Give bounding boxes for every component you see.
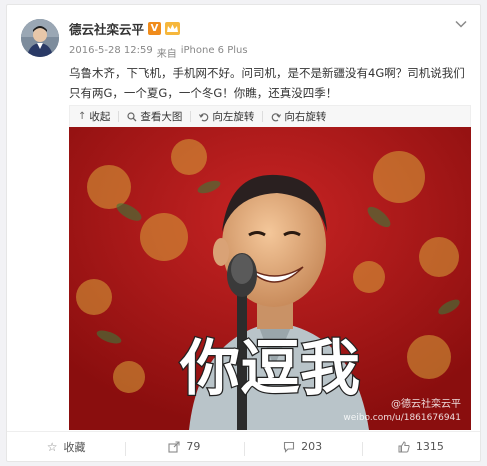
image-caption: 你逗我 bbox=[179, 334, 360, 404]
collapse-label: 收起 bbox=[89, 111, 111, 123]
post-device: iPhone 6 Plus bbox=[180, 45, 248, 56]
share-icon bbox=[168, 440, 180, 453]
view-large-label: 查看大图 bbox=[140, 111, 183, 123]
post-text: 乌鲁木齐，下飞机，手机网不好。问司机，是不是新疆没有4G啊？司机说我们只有两G，… bbox=[69, 66, 465, 100]
thumbs-up-icon bbox=[398, 440, 410, 452]
user-row: 德云社栾云平 V bbox=[69, 19, 181, 38]
media-toolbar: ↑ 收起 查看大图 向左旋转 向右旋转 bbox=[69, 105, 471, 127]
rotate-right-label: 向右旋转 bbox=[284, 111, 327, 123]
magnifier-icon bbox=[127, 111, 137, 121]
favorite-button[interactable]: ☆ 收藏 bbox=[7, 439, 125, 455]
favorite-label: 收藏 bbox=[63, 440, 86, 454]
avatar[interactable] bbox=[21, 19, 59, 57]
repost-count: 79 bbox=[186, 440, 201, 453]
post-meta: 2016-5-28 12:59 来自 iPhone 6 Plus bbox=[69, 45, 248, 60]
comment-button[interactable]: 203 bbox=[243, 440, 362, 456]
rotate-right-icon bbox=[272, 112, 282, 121]
comment-count: 203 bbox=[301, 440, 323, 453]
weibo-post-card: 德云社栾云平 V 2016-5-28 12:59 来自 iPhone 6 Plu… bbox=[6, 4, 481, 462]
watermark-handle: @德云社栾云平 bbox=[391, 397, 461, 410]
view-large-button[interactable]: 查看大图 bbox=[119, 109, 190, 124]
post-actions-bar: ☆ 收藏 79 203 1315 bbox=[7, 431, 480, 461]
verified-badge[interactable]: V bbox=[148, 22, 162, 35]
rotate-left-icon bbox=[199, 112, 209, 121]
watermark-url: weibo.com/u/1861676941 bbox=[343, 413, 461, 423]
chevron-down-icon[interactable] bbox=[454, 17, 468, 31]
post-timestamp[interactable]: 2016-5-28 12:59 bbox=[69, 45, 153, 60]
post-image[interactable]: 你逗我 @德云社栾云平 weibo.com/u/1861676941 bbox=[69, 127, 471, 430]
comment-icon bbox=[284, 441, 295, 453]
arrow-up-icon: ↑ bbox=[78, 111, 87, 122]
source-prefix: 来自 bbox=[156, 49, 177, 60]
like-count: 1315 bbox=[415, 440, 444, 453]
username[interactable]: 德云社栾云平 bbox=[69, 19, 144, 38]
like-button[interactable]: 1315 bbox=[361, 440, 480, 456]
collapse-button[interactable]: ↑ 收起 bbox=[70, 109, 118, 124]
repost-button[interactable]: 79 bbox=[125, 440, 243, 456]
rotate-left-button[interactable]: 向左旋转 bbox=[191, 109, 262, 124]
rotate-left-label: 向左旋转 bbox=[212, 111, 255, 123]
star-icon: ☆ bbox=[46, 439, 58, 454]
vip-crown-icon[interactable] bbox=[165, 22, 181, 35]
rotate-right-button[interactable]: 向右旋转 bbox=[263, 109, 334, 124]
